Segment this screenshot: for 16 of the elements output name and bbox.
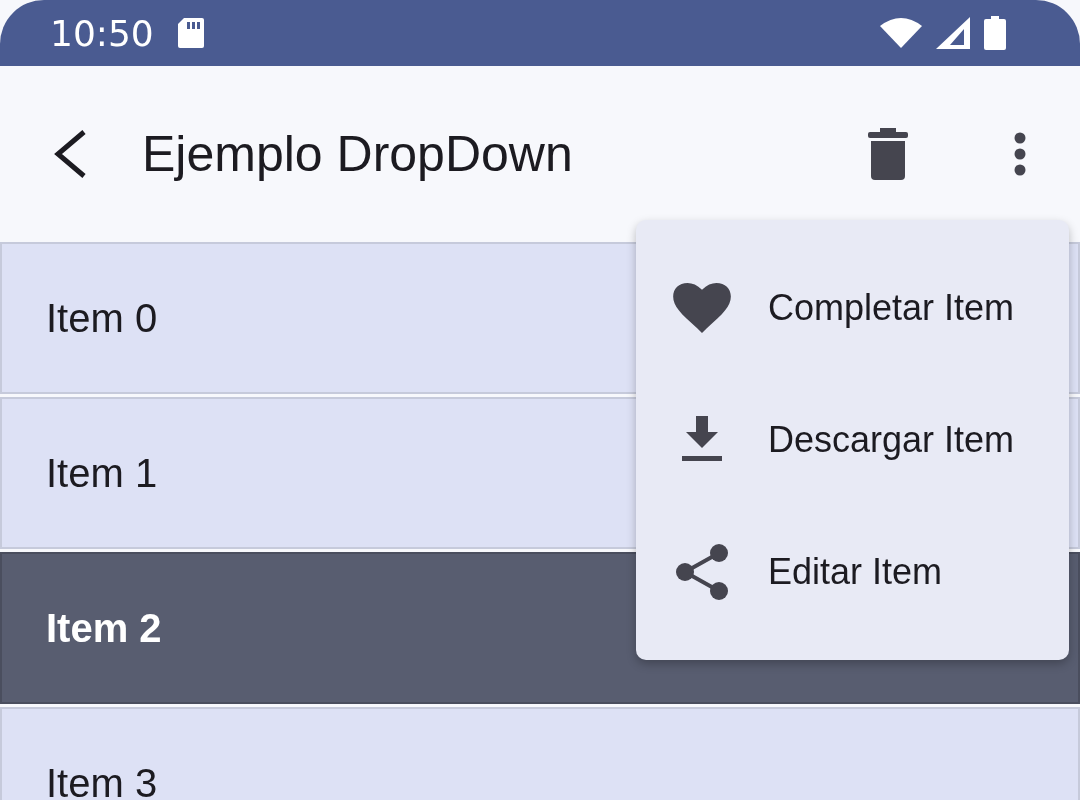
menu-item-label: Editar Item	[768, 551, 943, 593]
sd-card-icon	[177, 18, 204, 48]
screen-title: Ejemplo DropDown	[142, 125, 574, 183]
menu-item-label: Descargar Item	[768, 419, 1015, 461]
wifi-icon	[880, 18, 922, 48]
signal-icon	[936, 17, 970, 49]
trash-icon	[868, 128, 908, 180]
menu-item[interactable]: Completar Item	[636, 242, 1069, 374]
list-item[interactable]: Item 3	[0, 707, 1080, 800]
menu-item-label: Completar Item	[768, 287, 1015, 329]
share-icon	[675, 544, 729, 600]
more-vertical-icon	[1014, 132, 1026, 176]
download-icon	[682, 416, 722, 464]
status-time: 10:50	[50, 12, 154, 54]
battery-icon	[984, 16, 1006, 50]
heart-icon	[673, 283, 731, 333]
